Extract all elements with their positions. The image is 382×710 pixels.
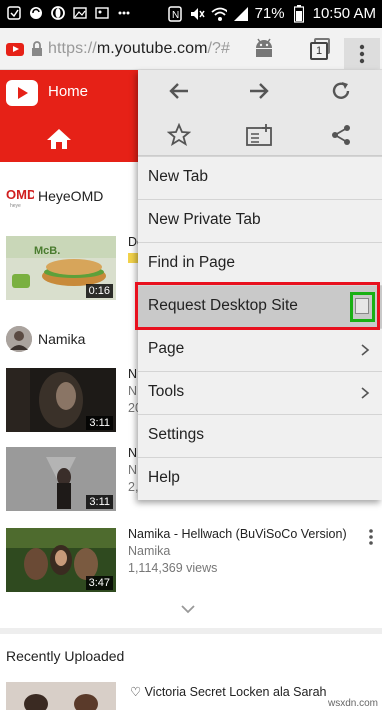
video-thumbnail[interactable]: McB. 0:16	[6, 236, 116, 300]
highlight-green-box	[350, 292, 375, 322]
menu-item-help[interactable]: Help	[138, 457, 382, 500]
wifi-icon	[210, 6, 227, 22]
recently-uploaded-heading: Recently Uploaded	[6, 648, 125, 664]
video-thumbnail[interactable]: 3:47	[6, 528, 116, 592]
signal-icon	[233, 6, 249, 22]
video-title: ♡ Victoria Secret Locken ala Sarah	[130, 685, 327, 699]
notification-icon	[6, 5, 22, 21]
video-thumbnail[interactable]: 3:11	[6, 368, 116, 432]
battery-icon	[291, 5, 307, 23]
refresh-icon[interactable]	[328, 78, 354, 104]
channel-name: Namika	[38, 331, 86, 347]
video-title: Namika - Hellwach (BuViSoCo Version)	[128, 527, 347, 541]
video-row[interactable]: ♡ Victoria Secret Locken ala Sarah	[0, 682, 382, 710]
home-icon[interactable]	[46, 128, 72, 150]
lock-icon	[30, 41, 44, 57]
channel-avatar-heyeomd: OMD heye	[6, 183, 36, 209]
nfc-icon: N	[167, 6, 183, 22]
status-bar: N 71% 10:50 AM	[0, 0, 382, 28]
show-more-chevron-icon[interactable]	[180, 602, 196, 614]
menu-item-new-private-tab[interactable]: New Private Tab	[138, 199, 382, 242]
svg-text:N: N	[172, 10, 179, 21]
menu-item-label: Help	[148, 469, 180, 486]
video-channel: Namika	[128, 544, 171, 558]
bookmark-star-icon[interactable]	[166, 122, 192, 148]
video-duration: 3:11	[86, 495, 113, 509]
video-views: 1,114,369 views	[128, 561, 218, 575]
image-icon	[94, 5, 110, 21]
menu-icon-bar	[138, 70, 382, 156]
url-text: https://m.youtube.com/?#	[48, 40, 231, 57]
video-duration: 3:47	[85, 576, 113, 590]
menu-item-label: New Tab	[148, 168, 209, 185]
highlight-red-box	[135, 282, 380, 330]
address-bar: https://m.youtube.com/?# 1	[0, 28, 382, 70]
youtube-favicon-icon	[6, 42, 24, 56]
menu-item-label: Find in Page	[148, 254, 236, 271]
video-duration: 0:16	[85, 284, 113, 298]
youtube-logo-icon[interactable]	[6, 80, 38, 106]
menu-item-new-tab[interactable]: New Tab	[138, 156, 382, 199]
video-thumbnail[interactable]: 3:11	[6, 447, 116, 511]
sync-icon	[28, 5, 44, 21]
battery-percent: 71%	[254, 5, 285, 22]
menu-button[interactable]	[344, 38, 380, 70]
forward-arrow-icon[interactable]	[246, 78, 272, 104]
video-badge	[128, 253, 138, 263]
gallery-icon	[72, 5, 88, 21]
share-icon[interactable]	[328, 122, 354, 148]
channel-avatar-namika	[6, 326, 32, 352]
menu-item-label: Tools	[148, 383, 185, 400]
tabs-button[interactable]: 1	[310, 38, 332, 60]
menu-item-page[interactable]: Page	[138, 328, 382, 371]
url-field[interactable]: https://m.youtube.com/?#	[6, 34, 286, 64]
menu-item-find-in-page[interactable]: Find in Page	[138, 242, 382, 285]
menu-item-settings[interactable]: Settings	[138, 414, 382, 457]
channel-name: HeyeOMD	[38, 188, 104, 204]
tab-count: 1	[310, 42, 328, 60]
video-duration: 3:11	[86, 416, 113, 430]
video-options-icon[interactable]	[364, 528, 378, 546]
svg-text:heye: heye	[10, 203, 21, 209]
menu-item-label: Page	[148, 340, 185, 357]
svg-text:OMD: OMD	[6, 187, 34, 202]
back-arrow-icon[interactable]	[166, 78, 192, 104]
chevron-right-icon	[360, 386, 370, 400]
chevron-right-icon	[360, 343, 370, 357]
more-notifications-icon	[116, 5, 132, 21]
menu-item-label: New Private Tab	[148, 211, 261, 228]
kebab-icon	[359, 44, 365, 64]
opera-icon	[50, 5, 66, 21]
add-to-reading-list-icon[interactable]	[246, 122, 272, 148]
menu-item-label: Settings	[148, 426, 205, 443]
svg-text:McB.: McB.	[34, 245, 60, 257]
clock: 10:50 AM	[312, 5, 376, 22]
video-info: Namika - Hellwach (BuViSoCo Version) Nam…	[128, 526, 358, 577]
menu-item-tools[interactable]: Tools	[138, 371, 382, 414]
android-icon[interactable]	[252, 36, 276, 60]
home-label[interactable]: Home	[48, 83, 88, 100]
mute-icon	[189, 6, 205, 22]
watermark: wsxdn.com	[327, 698, 378, 709]
section-divider	[0, 628, 382, 634]
video-thumbnail[interactable]	[6, 682, 116, 710]
video-row[interactable]: 3:47 Namika - Hellwach (BuViSoCo Version…	[0, 526, 382, 600]
